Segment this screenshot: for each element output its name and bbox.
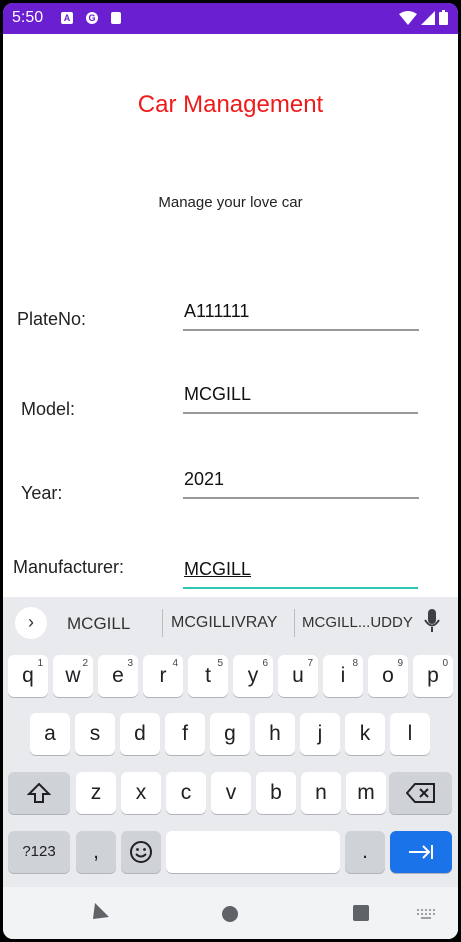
suggestion-strip: › MCGILL MCGILLIVRAY MCGILL...UDDY <box>3 597 458 645</box>
emoji-icon <box>130 841 152 863</box>
plate-input[interactable]: A111111 <box>183 297 419 331</box>
key-hint: 1 <box>37 658 43 669</box>
wifi-icon <box>399 10 417 25</box>
key-l[interactable]: l <box>390 713 430 755</box>
key-label: u <box>292 664 304 687</box>
backspace-icon <box>405 783 435 803</box>
year-input[interactable]: 2021 <box>183 465 419 499</box>
plate-input-value: A111111 <box>184 301 250 321</box>
key-v[interactable]: v <box>211 772 251 814</box>
status-bar: 5:50 A G <box>3 3 458 34</box>
key-hint: 7 <box>307 658 313 669</box>
suggestion-2[interactable]: MCGILLIVRAY <box>171 614 277 632</box>
key-k[interactable]: k <box>345 713 385 755</box>
expand-suggestions-button[interactable]: › <box>15 607 47 639</box>
key-r[interactable]: r4 <box>143 655 183 697</box>
shift-icon <box>26 782 52 803</box>
plate-label: PlateNo: <box>17 309 87 329</box>
chevron-right-icon: › <box>28 612 34 632</box>
suggestion-3[interactable]: MCGILL...UDDY <box>302 614 413 631</box>
signal-icon <box>421 10 435 25</box>
emoji-key[interactable] <box>121 831 161 873</box>
page-title: Car Management <box>137 91 324 118</box>
comma-key[interactable]: , <box>76 831 116 873</box>
key-t[interactable]: t5 <box>188 655 228 697</box>
key-d[interactable]: d <box>120 713 160 755</box>
next-key[interactable] <box>390 831 452 873</box>
key-label: y <box>247 664 259 687</box>
key-u[interactable]: u7 <box>278 655 318 697</box>
key-y[interactable]: y6 <box>233 655 273 697</box>
tab-next-icon <box>409 845 433 859</box>
key-hint: 9 <box>397 658 403 669</box>
key-hint: 0 <box>442 658 448 669</box>
suggestion-1[interactable]: MCGILL <box>67 614 130 634</box>
model-label: Model: <box>21 399 76 419</box>
key-z[interactable]: z <box>76 772 116 814</box>
manufacturer-input[interactable]: MCGILL <box>183 555 418 589</box>
notification-g-icon: G <box>86 12 98 24</box>
model-input[interactable]: MCGILL <box>183 380 418 414</box>
page-subtitle: Manage your love car <box>158 194 303 211</box>
year-input-value: 2021 <box>184 469 225 489</box>
phone-screen: 5:50 A G Car Management Manage your love… <box>3 3 458 939</box>
key-f[interactable]: f <box>165 713 205 755</box>
recents-icon[interactable] <box>352 904 370 922</box>
key-o[interactable]: o9 <box>368 655 408 697</box>
keyboard-switch-icon[interactable] <box>416 908 436 920</box>
suggestion-divider <box>294 609 295 637</box>
key-b[interactable]: b <box>256 772 296 814</box>
key-a[interactable]: a <box>30 713 70 755</box>
key-g[interactable]: g <box>210 713 250 755</box>
space-key[interactable] <box>166 831 340 873</box>
manufacturer-label: Manufacturer: <box>13 557 125 577</box>
key-label: o <box>382 664 394 687</box>
soft-keyboard: › MCGILL MCGILLIVRAY MCGILL...UDDY q1w2e… <box>3 597 458 887</box>
key-c[interactable]: c <box>166 772 206 814</box>
key-h[interactable]: h <box>255 713 295 755</box>
key-label: i <box>340 664 346 687</box>
symbols-key[interactable]: ?123 <box>8 831 70 873</box>
home-icon[interactable] <box>221 905 239 923</box>
battery-icon <box>439 10 448 25</box>
back-icon[interactable] <box>91 901 111 921</box>
key-j[interactable]: j <box>300 713 340 755</box>
key-w[interactable]: w2 <box>53 655 93 697</box>
key-label: p <box>427 664 439 687</box>
sd-card-icon <box>111 12 121 24</box>
key-label: r <box>159 664 167 687</box>
key-hint: 8 <box>352 658 358 669</box>
shift-key[interactable] <box>8 772 70 814</box>
key-label: t <box>205 664 211 687</box>
notification-a-icon: A <box>61 12 73 24</box>
key-n[interactable]: n <box>301 772 341 814</box>
key-hint: 5 <box>217 658 223 669</box>
key-hint: 3 <box>127 658 133 669</box>
backspace-key[interactable] <box>389 772 452 814</box>
status-time: 5:50 <box>12 9 44 26</box>
key-label: e <box>112 664 124 687</box>
year-label: Year: <box>21 483 63 503</box>
key-x[interactable]: x <box>121 772 161 814</box>
key-hint: 4 <box>172 658 178 669</box>
manufacturer-input-value: MCGILL <box>184 559 252 579</box>
model-input-value: MCGILL <box>184 384 252 404</box>
key-hint: 6 <box>262 658 268 669</box>
suggestion-divider <box>162 609 163 637</box>
key-hint: 2 <box>82 658 88 669</box>
period-key[interactable]: . <box>345 831 385 873</box>
key-label: q <box>22 664 34 687</box>
key-q[interactable]: q1 <box>8 655 48 697</box>
key-label: w <box>65 664 81 687</box>
key-s[interactable]: s <box>75 713 115 755</box>
microphone-icon[interactable] <box>424 609 440 633</box>
navigation-bar <box>3 887 458 939</box>
key-i[interactable]: i8 <box>323 655 363 697</box>
key-m[interactable]: m <box>346 772 386 814</box>
key-p[interactable]: p0 <box>413 655 453 697</box>
key-e[interactable]: e3 <box>98 655 138 697</box>
